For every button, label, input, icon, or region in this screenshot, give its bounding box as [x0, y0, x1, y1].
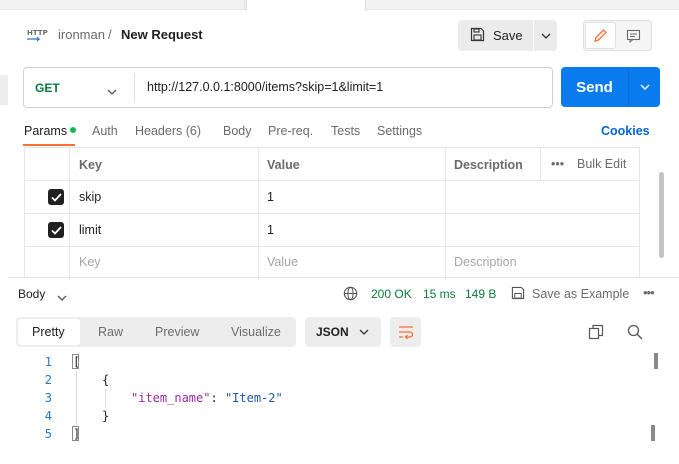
code-line[interactable]: ]: [73, 427, 80, 441]
indent-guide: [76, 371, 77, 425]
breadcrumb-separator: /: [108, 27, 112, 42]
tab-slot[interactable]: [0, 0, 245, 10]
code-scrollbar-thumb[interactable]: [654, 353, 658, 369]
more-options-icon[interactable]: •••: [551, 157, 564, 171]
response-time[interactable]: 15 ms: [423, 287, 456, 301]
documentation-button[interactable]: [618, 22, 649, 49]
copy-icon[interactable]: [588, 324, 604, 343]
table-border: [445, 147, 446, 277]
globe-icon[interactable]: [343, 286, 358, 304]
url-divider: [134, 73, 135, 102]
save-as-example-button[interactable]: Save as Example: [532, 287, 629, 301]
chevron-down-icon: [640, 84, 649, 90]
json-colon: :: [210, 391, 225, 405]
save-icon[interactable]: [511, 286, 525, 303]
tab-headers[interactable]: Headers (6): [135, 124, 201, 138]
method-select[interactable]: GET: [35, 81, 60, 95]
format-select[interactable]: JSON: [305, 317, 381, 347]
line-number: 1: [44, 355, 52, 369]
param-value[interactable]: 1: [267, 190, 274, 204]
param-value[interactable]: 1: [267, 223, 274, 237]
status-code[interactable]: 200 OK: [371, 287, 412, 301]
new-value-input[interactable]: Value: [267, 255, 298, 269]
table-border: [24, 180, 640, 181]
line-number: 4: [44, 409, 52, 423]
tab-settings[interactable]: Settings: [377, 124, 422, 138]
code-line[interactable]: }: [102, 409, 109, 423]
tab-body[interactable]: Body: [223, 124, 252, 138]
wrap-lines-icon: [398, 326, 413, 339]
json-key: "item_name": [131, 391, 211, 405]
cookies-link[interactable]: Cookies: [601, 124, 650, 138]
indent-guide: [105, 389, 106, 407]
new-key-input[interactable]: Key: [79, 255, 101, 269]
checkmark-icon: [50, 225, 62, 235]
row-checkbox[interactable]: [48, 222, 64, 238]
code-line[interactable]: [: [73, 355, 80, 369]
line-number: 2: [44, 373, 52, 387]
bulk-edit-link[interactable]: Bulk Edit: [577, 157, 626, 171]
tab-pre-request[interactable]: Pre-req.: [268, 124, 313, 138]
column-header-value: Value: [267, 158, 300, 172]
format-label: JSON: [316, 325, 349, 339]
checkmark-icon: [50, 192, 62, 202]
line-number: 5: [44, 427, 52, 441]
table-border: [69, 147, 70, 277]
save-icon: [470, 27, 485, 45]
save-dropdown-button[interactable]: [534, 20, 557, 51]
params-active-dot: [70, 127, 76, 133]
line-number: 3: [44, 391, 52, 405]
save-button[interactable]: Save: [458, 20, 533, 51]
chevron-down-icon: [359, 329, 369, 335]
param-key[interactable]: skip: [79, 190, 101, 204]
column-header-key: Key: [79, 158, 102, 172]
send-dropdown-button[interactable]: [629, 67, 660, 107]
table-border: [24, 246, 640, 247]
edit-mode-button[interactable]: [585, 22, 616, 49]
top-tab-strip: [0, 0, 679, 11]
active-request-tab[interactable]: [246, 0, 366, 11]
active-tab-indicator: [23, 144, 75, 146]
table-border: [24, 213, 640, 214]
comment-doc-icon: [626, 29, 641, 43]
table-border: [258, 147, 259, 277]
save-label: Save: [493, 28, 523, 43]
pane-divider[interactable]: [8, 277, 679, 278]
search-icon[interactable]: [627, 324, 643, 343]
param-key[interactable]: limit: [79, 223, 101, 237]
url-input[interactable]: http://127.0.0.1:8000/items?skip=1&limit…: [147, 80, 383, 94]
request-title[interactable]: New Request: [121, 27, 203, 42]
response-size[interactable]: 149 B: [465, 287, 496, 301]
chevron-down-icon: [541, 33, 550, 39]
breadcrumb-collection[interactable]: ironman: [58, 27, 105, 42]
row-checkbox[interactable]: [48, 189, 64, 205]
code-scrollbar-thumb[interactable]: [651, 425, 655, 441]
sidebar-edge: [0, 75, 8, 105]
view-tab-preview[interactable]: Preview: [155, 325, 199, 339]
pencil-icon: [594, 29, 607, 42]
tab-auth[interactable]: Auth: [92, 124, 118, 138]
new-description-input[interactable]: Description: [454, 255, 517, 269]
chevron-down-icon[interactable]: [57, 289, 67, 304]
chevron-down-icon[interactable]: [107, 83, 117, 98]
code-line[interactable]: {: [102, 373, 109, 387]
response-body-select[interactable]: Body: [18, 287, 45, 301]
svg-text:HTTP: HTTP: [27, 29, 48, 37]
http-file-icon: HTTP: [26, 26, 48, 44]
code-line[interactable]: "item_name": "Item-2": [131, 391, 283, 405]
view-tab-visualize[interactable]: Visualize: [231, 325, 281, 339]
request-pane-scrollbar[interactable]: [659, 172, 664, 258]
view-tab-raw[interactable]: Raw: [98, 325, 123, 339]
json-string-value: "Item-2": [224, 391, 283, 405]
column-header-description: Description: [454, 158, 523, 172]
table-border: [540, 147, 541, 180]
params-table: [24, 147, 640, 277]
send-button[interactable]: Send: [561, 67, 628, 107]
tab-tests[interactable]: Tests: [331, 124, 360, 138]
wrap-lines-button[interactable]: [390, 317, 421, 347]
tab-params[interactable]: Params: [24, 124, 67, 138]
more-options-icon[interactable]: •••: [643, 285, 655, 300]
table-border: [24, 147, 640, 148]
view-tab-pretty[interactable]: Pretty: [32, 325, 65, 339]
